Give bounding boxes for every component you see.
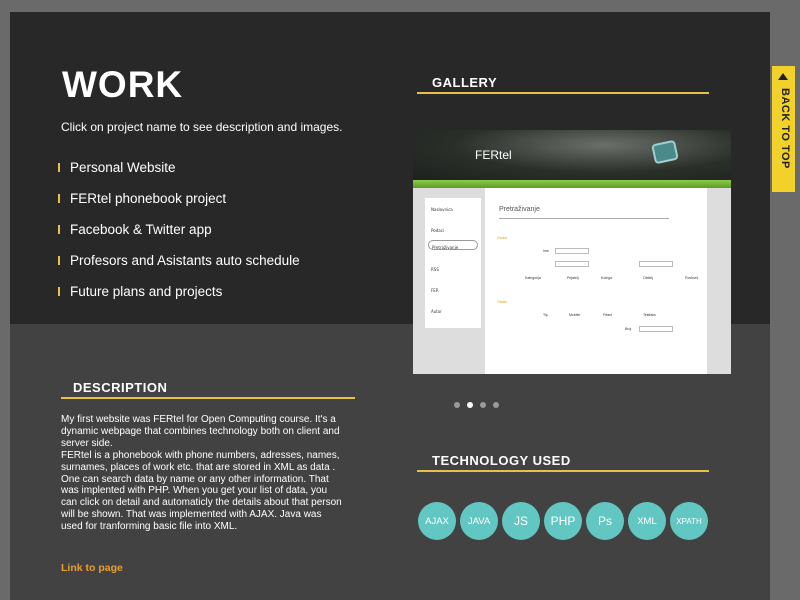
screenshot-nav-item: Pretraživanje bbox=[428, 240, 478, 250]
screenshot-label: Obitelj bbox=[643, 276, 653, 280]
arrow-up-icon bbox=[778, 73, 788, 80]
gallery-image[interactable]: FERtel Naslovnica Podaci Pretraživanje R… bbox=[413, 130, 731, 374]
screenshot-body: Naslovnica Podaci Pretraživanje RSS FER … bbox=[413, 188, 731, 374]
screenshot-label: Broj bbox=[625, 327, 632, 331]
screenshot-nav-item: RSS bbox=[431, 267, 439, 272]
screenshot-nav-item: Podaci bbox=[431, 228, 445, 233]
gallery-pagination bbox=[454, 402, 499, 408]
screenshot-brand: FERtel bbox=[475, 148, 512, 162]
tech-badge-java: JAVA bbox=[460, 502, 498, 540]
description-divider bbox=[61, 397, 355, 399]
screenshot-label: Fiksni bbox=[603, 313, 613, 317]
description-text: My first website was FERtel for Open Com… bbox=[61, 414, 343, 533]
project-item-fertel[interactable]: FERtel phonebook project bbox=[58, 183, 300, 214]
back-to-top-label: BACK TO TOP bbox=[779, 88, 791, 169]
screenshot-label: Kategorija bbox=[525, 276, 541, 280]
screenshot-green-bar bbox=[413, 180, 731, 188]
screenshot-nav-item: Autor bbox=[431, 309, 442, 314]
slide-dot[interactable] bbox=[480, 402, 486, 408]
screenshot-form: Pretraživanje Osobe Ime Kategorija Prija… bbox=[485, 188, 707, 374]
description-heading: DESCRIPTION bbox=[73, 380, 168, 395]
description-paragraph: My first website was FERtel for Open Com… bbox=[61, 414, 340, 449]
link-to-page[interactable]: Link to page bbox=[61, 562, 123, 574]
screenshot-nav-item: FER bbox=[431, 288, 439, 293]
tech-badge-ajax: AJAX bbox=[418, 502, 456, 540]
screenshot-label: Kolega bbox=[601, 276, 612, 280]
gallery-divider bbox=[417, 92, 709, 94]
project-list: Personal Website FERtel phonebook projec… bbox=[58, 152, 300, 307]
tech-badge-php: PHP bbox=[544, 502, 582, 540]
page: WORK Click on project name to see descri… bbox=[10, 12, 770, 600]
screenshot-title: Pretraživanje bbox=[499, 206, 540, 213]
screenshot-label: Poslovni bbox=[685, 276, 699, 280]
description-paragraph: FERtel is a phonebook with phone numbers… bbox=[61, 449, 342, 533]
screenshot-label: Prijatelj bbox=[567, 276, 579, 280]
bullet-icon bbox=[58, 163, 60, 172]
project-item-personal-website[interactable]: Personal Website bbox=[58, 152, 300, 183]
screenshot-label: Ostalo bbox=[497, 300, 508, 304]
project-item-facebook-twitter[interactable]: Facebook & Twitter app bbox=[58, 214, 300, 245]
technology-divider bbox=[417, 470, 709, 472]
bullet-icon bbox=[58, 256, 60, 265]
tech-badge-xml: XML bbox=[628, 502, 666, 540]
screenshot-label: Telefaks bbox=[643, 313, 656, 317]
bullet-icon bbox=[58, 225, 60, 234]
screenshot-header bbox=[413, 130, 731, 180]
project-item-schedule[interactable]: Profesors and Asistants auto schedule bbox=[58, 245, 300, 276]
work-subtitle: Click on project name to see description… bbox=[61, 120, 343, 134]
project-item-future-plans[interactable]: Future plans and projects bbox=[58, 276, 300, 307]
bullet-icon bbox=[58, 287, 60, 296]
technology-heading: TECHNOLOGY USED bbox=[432, 453, 571, 468]
screenshot-label: Mobitel bbox=[569, 313, 581, 317]
screenshot-label: Tip bbox=[543, 313, 548, 317]
work-title: WORK bbox=[62, 64, 184, 105]
tech-badge-js: JS bbox=[502, 502, 540, 540]
tech-badge-ps: Ps bbox=[586, 502, 624, 540]
slide-dot-active[interactable] bbox=[467, 402, 473, 408]
technology-list: AJAX JAVA JS PHP Ps XML XPATH bbox=[418, 502, 708, 540]
screenshot-nav-item: Naslovnica bbox=[431, 207, 453, 212]
gallery-heading: GALLERY bbox=[432, 75, 498, 90]
bullet-icon bbox=[58, 194, 60, 203]
screenshot-label: Ime bbox=[543, 249, 549, 253]
slide-dot[interactable] bbox=[454, 402, 460, 408]
tech-badge-xpath: XPATH bbox=[670, 502, 708, 540]
back-to-top-button[interactable]: BACK TO TOP bbox=[772, 66, 795, 192]
slide-dot[interactable] bbox=[493, 402, 499, 408]
screenshot-nav: Naslovnica Podaci Pretraživanje RSS FER … bbox=[425, 198, 481, 328]
screenshot-label: Osobe bbox=[497, 236, 508, 240]
